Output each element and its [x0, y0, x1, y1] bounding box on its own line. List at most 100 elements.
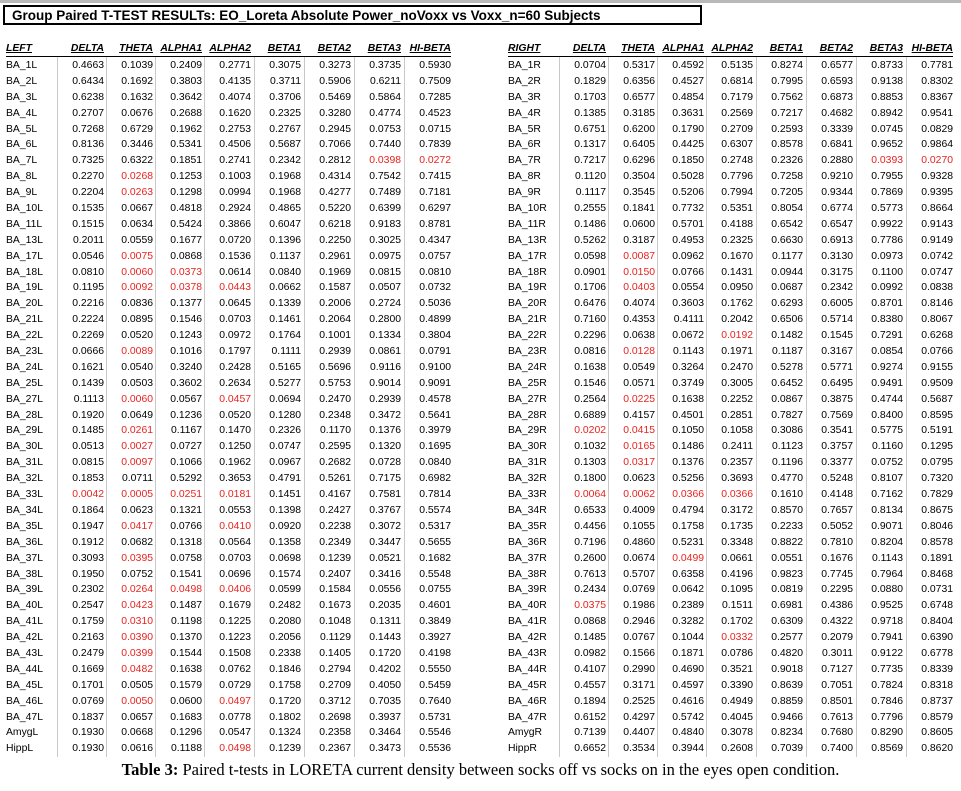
p-value-cell: 0.3944	[672, 743, 704, 755]
p-value-cell: 0.5574	[419, 504, 451, 516]
p-value-cell: 0.1195	[72, 282, 104, 294]
p-value-cell: 0.4353	[623, 314, 655, 326]
table-row: BA_42L 0.2163 0.0390 0.1370 0.1223 0.2056 0.11…	[6, 630, 451, 646]
table-row: BA_34R 0.6533 0.4009 0.4794 0.3172 0.8570 0.76…	[508, 503, 953, 519]
region-label: BA_13L	[6, 234, 43, 246]
p-value-cell: 0.0634	[121, 218, 153, 230]
p-value-cell: 0.0060	[121, 393, 153, 405]
p-value-cell: 0.0994	[219, 187, 251, 199]
p-value-cell: 0.2064	[319, 314, 351, 326]
p-value-cell: 0.2595	[319, 441, 351, 453]
p-value-cell: 0.9014	[369, 377, 401, 389]
grid-line	[354, 57, 355, 757]
p-value-cell: 0.5351	[721, 203, 753, 215]
p-value-cell: 0.7796	[871, 711, 903, 723]
p-value-cell: 0.1621	[72, 361, 104, 373]
p-value-cell: 0.1485	[72, 425, 104, 437]
p-value-cell: 0.1376	[369, 425, 401, 437]
p-value-cell: 0.9018	[771, 663, 803, 675]
p-value-cell: 0.2724	[369, 298, 401, 310]
table-row: BA_40L 0.2547 0.0423 0.1487 0.1679 0.2482 0.16…	[6, 598, 451, 614]
table-row: BA_19L 0.1195 0.0092 0.0378 0.0443 0.0662 0.15…	[6, 280, 451, 296]
p-value-cell: 0.2434	[574, 584, 606, 596]
p-value-cell: 0.3706	[269, 91, 301, 103]
p-value-cell: 0.6652	[574, 743, 606, 755]
p-value-cell: 0.1482	[771, 330, 803, 342]
p-value-cell: 0.7051	[821, 679, 853, 691]
p-value-cell: 0.4953	[672, 234, 704, 246]
p-value-cell: 0.3172	[721, 504, 753, 516]
p-value-cell: 0.3282	[672, 616, 704, 628]
p-value-cell: 0.8054	[771, 203, 803, 215]
p-value-cell: 0.8400	[871, 409, 903, 421]
region-label: BA_25L	[6, 377, 43, 389]
p-value-cell: 0.8737	[921, 695, 953, 707]
table-row: BA_43R 0.0982 0.1566 0.1871 0.0786 0.4820 0.30…	[508, 646, 953, 662]
p-value-cell: 0.3711	[269, 75, 301, 87]
p-value-cell: 0.0554	[672, 282, 704, 294]
p-value-cell: 0.1486	[574, 218, 606, 230]
p-value-cell: 0.7869	[871, 187, 903, 199]
p-value-cell: 0.3464	[369, 727, 401, 739]
p-value-cell: 0.9525	[871, 600, 903, 612]
p-value-cell: 0.3339	[821, 123, 853, 135]
p-value-cell: 0.3447	[369, 536, 401, 548]
p-value-cell: 0.3804	[419, 330, 451, 342]
p-value-cell: 0.0975	[369, 250, 401, 262]
p-value-cell: 0.0027	[121, 441, 153, 453]
region-label: BA_34R	[508, 504, 547, 516]
p-value-cell: 0.9122	[871, 647, 903, 659]
p-value-cell: 0.1841	[623, 203, 655, 215]
p-value-cell: 0.1920	[72, 409, 104, 421]
region-label: BA_33L	[6, 489, 43, 501]
p-value-cell: 0.0375	[574, 600, 606, 612]
p-value-cell: 0.2569	[721, 107, 753, 119]
p-value-cell: 0.1682	[419, 552, 451, 564]
left-header-beta2: BETA2	[317, 43, 351, 54]
p-value-cell: 0.1720	[269, 695, 301, 707]
p-value-cell: 0.1802	[269, 711, 301, 723]
p-value-cell: 0.0920	[269, 520, 301, 532]
p-value-cell: 0.3757	[821, 441, 853, 453]
region-label: BA_37L	[6, 552, 43, 564]
p-value-cell: 0.7542	[369, 171, 401, 183]
p-value-cell: 0.3866	[219, 218, 251, 230]
region-label: BA_2L	[6, 75, 38, 87]
p-value-cell: 0.1638	[574, 361, 606, 373]
p-value-cell: 0.4616	[672, 695, 704, 707]
region-label: BA_28L	[6, 409, 43, 421]
p-value-cell: 0.1303	[574, 457, 606, 469]
right-header-theta: THETA	[621, 43, 655, 54]
p-value-cell: 0.6542	[771, 218, 803, 230]
p-value-cell: 0.1891	[921, 552, 953, 564]
p-value-cell: 0.0264	[121, 584, 153, 596]
table-row: BA_27L 0.1113 0.0060 0.0567 0.0457 0.0694 0.24…	[6, 392, 451, 408]
p-value-cell: 0.4202	[369, 663, 401, 675]
p-value-cell: 0.3377	[821, 457, 853, 469]
region-label: BA_19L	[6, 282, 43, 294]
p-value-cell: 0.4107	[574, 663, 606, 675]
p-value-cell: 0.5191	[921, 425, 953, 437]
table-row: BA_39L 0.2302 0.0264 0.0498 0.0406 0.0599 0.15…	[6, 582, 451, 598]
p-value-cell: 0.2990	[623, 663, 655, 675]
p-value-cell: 0.1638	[170, 663, 202, 675]
region-label: BA_44L	[6, 663, 43, 675]
p-value-cell: 0.0549	[623, 361, 655, 373]
left-header-row: LEFT DELTA THETA ALPHA1 ALPHA2 BETA1 BETA2 BETA…	[6, 42, 451, 57]
p-value-cell: 0.0810	[72, 266, 104, 278]
p-value-cell: 0.7291	[871, 330, 903, 342]
p-value-cell: 0.6047	[269, 218, 301, 230]
p-value-cell: 0.4074	[623, 298, 655, 310]
p-value-cell: 0.2411	[721, 441, 753, 453]
p-value-cell: 0.0050	[121, 695, 153, 707]
p-value-cell: 0.2945	[319, 123, 351, 135]
p-value-cell: 0.7160	[574, 314, 606, 326]
caption-text: Paired t-tests in LORETA current density…	[178, 760, 840, 779]
p-value-cell: 0.1120	[574, 171, 606, 183]
p-value-cell: 0.1470	[219, 425, 251, 437]
p-value-cell: 0.1198	[170, 616, 202, 628]
p-value-cell: 0.2348	[319, 409, 351, 421]
p-value-cell: 0.5546	[419, 727, 451, 739]
p-value-cell: 0.0672	[672, 330, 704, 342]
p-value-cell: 0.0225	[623, 393, 655, 405]
